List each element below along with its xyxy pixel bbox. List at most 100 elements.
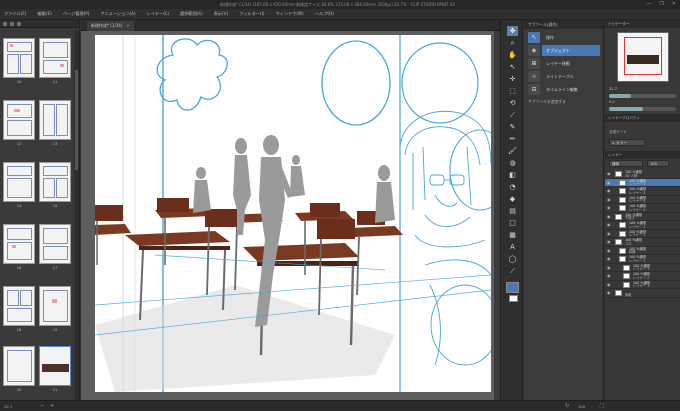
subtool-operation-icon[interactable]: ↖ (528, 32, 540, 43)
add-subtool-link[interactable]: サブツールを追加する (528, 99, 566, 105)
menu-animation[interactable]: アニメーション(A) (100, 11, 135, 17)
operation-tool-icon[interactable]: ↖ (507, 62, 518, 72)
text-tool-icon[interactable]: A (507, 242, 518, 252)
eye-icon[interactable]: ◉ (607, 282, 611, 287)
page-thumbnail[interactable] (39, 100, 71, 140)
subtool-layer-move[interactable]: レイヤー移動 (542, 58, 600, 69)
eye-icon[interactable]: ◉ (607, 257, 611, 261)
eye-icon[interactable]: ◉ (607, 197, 611, 202)
page-panel-scrollbar[interactable] (74, 30, 79, 400)
page-thumbnail[interactable] (3, 162, 35, 202)
figure-tool-icon[interactable]: □ (507, 218, 518, 228)
page-thumbnail[interactable] (3, 224, 35, 264)
airbrush-tool-icon[interactable]: ◍ (507, 158, 518, 168)
move-tool-icon[interactable]: ✥ (507, 26, 518, 36)
page-thumbnail[interactable] (39, 224, 71, 264)
subtool-object-icon[interactable]: ◈ (528, 45, 540, 56)
navigator-preview[interactable] (617, 32, 669, 82)
navigator-viewport-box[interactable] (624, 37, 662, 75)
sub-color-swatch[interactable] (509, 295, 518, 302)
brush-tool-icon[interactable]: 🖌 (507, 146, 518, 156)
close-tab-icon[interactable]: × (126, 23, 129, 28)
menu-select[interactable]: 選択範囲(S) (180, 11, 203, 17)
page-thumbnail[interactable] (3, 286, 35, 326)
layer-row[interactable]: ◉ 100 %通常 枠線 (605, 247, 680, 255)
hand-tool-icon[interactable]: ✋ (507, 50, 518, 60)
eye-icon[interactable]: ◉ (607, 172, 611, 176)
zoom-in-icon[interactable]: + (50, 401, 54, 411)
blend-tool-icon[interactable]: ◔ (507, 182, 518, 192)
close-button[interactable]: ✕ (672, 0, 676, 9)
minimize-button[interactable]: — (646, 0, 651, 9)
blend-mode-select[interactable]: 通常 (609, 160, 643, 167)
layer-row[interactable]: ◉ 100 %通常 レイヤー 1 (605, 178, 680, 187)
layer-row[interactable]: ◉ 100 %通常 コマ (605, 238, 680, 247)
page-thumbnail[interactable] (3, 346, 35, 386)
eye-icon[interactable]: ◉ (607, 223, 611, 227)
subtool-timeline[interactable]: タイムライン編集 (542, 84, 600, 95)
page-add-icon[interactable] (3, 22, 7, 26)
subtool-lighttable[interactable]: ライトテーブル (542, 71, 600, 82)
menu-page[interactable]: ページ管理(P) (63, 11, 90, 17)
pen-tool-icon[interactable]: ✎ (507, 122, 518, 132)
canvas-page[interactable] (95, 35, 491, 392)
main-color-swatch[interactable] (506, 282, 519, 293)
zoom-tool-icon[interactable]: ⌕ (507, 38, 518, 48)
page-thumbnail[interactable] (3, 38, 35, 78)
layer-row[interactable]: ◉ 100 %通常 レイヤー 1 (605, 264, 680, 272)
opacity-field[interactable]: 100 (647, 160, 669, 167)
eye-icon[interactable]: ◉ (607, 206, 611, 210)
eye-icon[interactable]: ◉ (607, 214, 611, 219)
maximize-button[interactable]: ❐ (659, 0, 663, 9)
eye-icon[interactable]: ◉ (607, 189, 611, 193)
layer-color-field[interactable]: ◆ カラー (609, 139, 645, 146)
menu-help[interactable]: ヘルプ(H) (315, 11, 334, 17)
page-thumbnail[interactable] (39, 38, 71, 78)
pencil-tool-icon[interactable]: ✏ (507, 134, 518, 144)
layer-row[interactable]: ◉ 100 %通常 レイヤー 4 (605, 196, 680, 204)
layer-row[interactable]: ◉ 100 %通常 レイヤー 5 (605, 204, 680, 213)
eye-icon[interactable]: ◉ (607, 291, 611, 295)
frame-tool-icon[interactable]: ▦ (507, 230, 518, 240)
rotate-slider[interactable] (609, 107, 676, 111)
eye-icon[interactable]: ◉ (607, 274, 611, 278)
lasso-tool-icon[interactable]: ⟲ (507, 98, 518, 108)
menu-view[interactable]: 表示(V) (214, 11, 229, 17)
eye-icon[interactable]: ◉ (607, 265, 611, 270)
layer-row[interactable]: ◉ 100 %通常 レイヤー 1 (605, 230, 680, 238)
layer-row[interactable]: ◉ 100 %通常 レイヤー 3 (605, 255, 680, 264)
subtool-lighttable-icon[interactable]: ⊹ (528, 71, 540, 82)
zoom-out-icon[interactable]: − (40, 401, 44, 411)
page-thumbnail-active[interactable] (39, 346, 71, 386)
eye-icon[interactable]: ◉ (607, 248, 611, 253)
eye-icon[interactable]: ◉ (607, 231, 611, 236)
subtool-timeline-icon[interactable]: ⊟ (528, 84, 540, 95)
layer-row[interactable]: ◉ 100 %通常 下描き (605, 213, 680, 221)
canvas-tab[interactable]: 新規作成* (1/34) × (87, 21, 134, 31)
eyedropper-icon[interactable]: ⟋ (507, 110, 518, 120)
page-delete-icon[interactable] (10, 22, 14, 26)
gradient-tool-icon[interactable]: ▤ (507, 206, 518, 216)
layer-row[interactable]: ◉ 100 %通常 3D 人物 (605, 170, 680, 179)
selection-tool-icon[interactable]: ⬚ (507, 86, 518, 96)
page-thumbnail[interactable] (3, 100, 35, 140)
page-thumbnail[interactable] (39, 286, 71, 326)
zoom-slider[interactable] (609, 94, 676, 98)
subtool-operation[interactable]: 操作 (542, 32, 600, 43)
subtool-layer-move-icon[interactable]: ⊞ (528, 58, 540, 69)
layer-row[interactable]: ◉ 100 %通常 レイヤー 2 (605, 272, 680, 281)
eraser-tool-icon[interactable]: ◧ (507, 170, 518, 180)
page-thumbnail[interactable] (39, 162, 71, 202)
fill-tool-icon[interactable]: ◆ (507, 194, 518, 204)
menu-window[interactable]: ウィンドウ(W) (275, 11, 303, 17)
layer-row[interactable]: ◉ 100 %通常 レイヤー 1 (605, 281, 680, 289)
ruler-tool-icon[interactable]: ⟋ (507, 266, 518, 276)
page-settings-icon[interactable] (17, 22, 21, 26)
rotate-icon[interactable]: ↻ (565, 401, 569, 411)
layer-move-icon[interactable]: ✛ (507, 74, 518, 84)
fit-screen-icon[interactable]: ⛶ (600, 401, 604, 411)
scroll-thumb[interactable] (75, 70, 78, 170)
eye-icon[interactable]: ◉ (607, 240, 611, 244)
layer-row[interactable]: ◉ 100 %通常 レイヤー 3 (605, 187, 680, 196)
menu-edit[interactable]: 編集(E) (37, 11, 51, 17)
